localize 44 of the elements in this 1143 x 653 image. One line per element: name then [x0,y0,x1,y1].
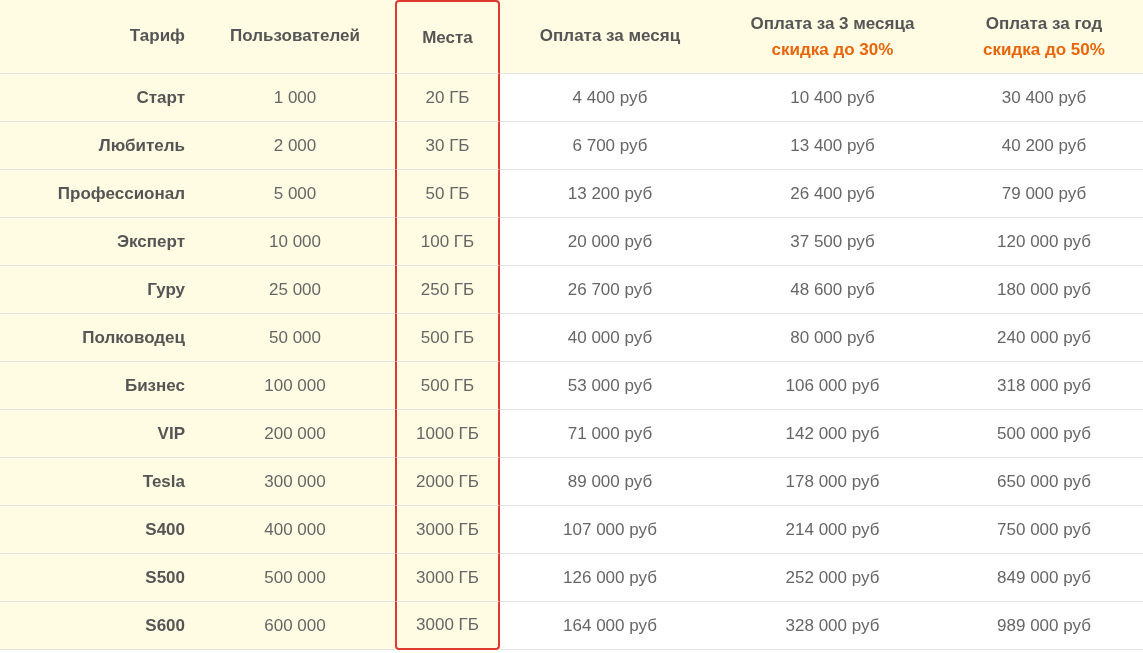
header-label: Оплата за месяц [539,26,681,46]
table-cell: 10 000 [195,218,395,266]
table-cell: 600 000 [195,602,395,650]
header-label: Оплата за 3 месяца [750,14,915,34]
plan-name: Бизнес [0,362,195,410]
discount-note: скидка до 50% [983,40,1105,60]
plan-name: S400 [0,506,195,554]
table-cell: 200 000 [195,410,395,458]
plan-name: Любитель [0,122,195,170]
table-cell: 300 000 [195,458,395,506]
table-cell: 250 ГБ [395,266,500,314]
plan-name: S500 [0,554,195,602]
table-cell: 50 000 [195,314,395,362]
table-cell: 500 000 [195,554,395,602]
plan-name: Гуру [0,266,195,314]
table-cell: 500 ГБ [395,362,500,410]
header-label: Оплата за год [985,14,1103,34]
table-cell: 5 000 [195,170,395,218]
plan-name: VIP [0,410,195,458]
table-cell: 25 000 [195,266,395,314]
table-cell: 50 ГБ [395,170,500,218]
table-cell: 2 000 [195,122,395,170]
table-cell: 3000 ГБ [395,602,500,650]
table-cell: 3000 ГБ [395,554,500,602]
plan-name: Tesla [0,458,195,506]
table-cell: 100 000 [195,362,395,410]
plan-name: Эксперт [0,218,195,266]
plan-name: S600 [0,602,195,650]
plan-name: Старт [0,74,195,122]
table-cell: 30 ГБ [395,122,500,170]
discount-note: скидка до 30% [771,40,894,60]
table-cell: 2000 ГБ [395,458,500,506]
header-label: Места [422,28,473,48]
header-label: Пользователей [230,26,360,46]
table-cell: 1 000 [195,74,395,122]
table-cell: 400 000 [195,506,395,554]
plan-name: Профессионал [0,170,195,218]
table-cell: 3000 ГБ [395,506,500,554]
table-cell: 100 ГБ [395,218,500,266]
header-label: Тариф [129,26,185,46]
table-cell: 1000 ГБ [395,410,500,458]
table-cell: 20 ГБ [395,74,500,122]
table-cell: 500 ГБ [395,314,500,362]
plan-name: Полководец [0,314,195,362]
